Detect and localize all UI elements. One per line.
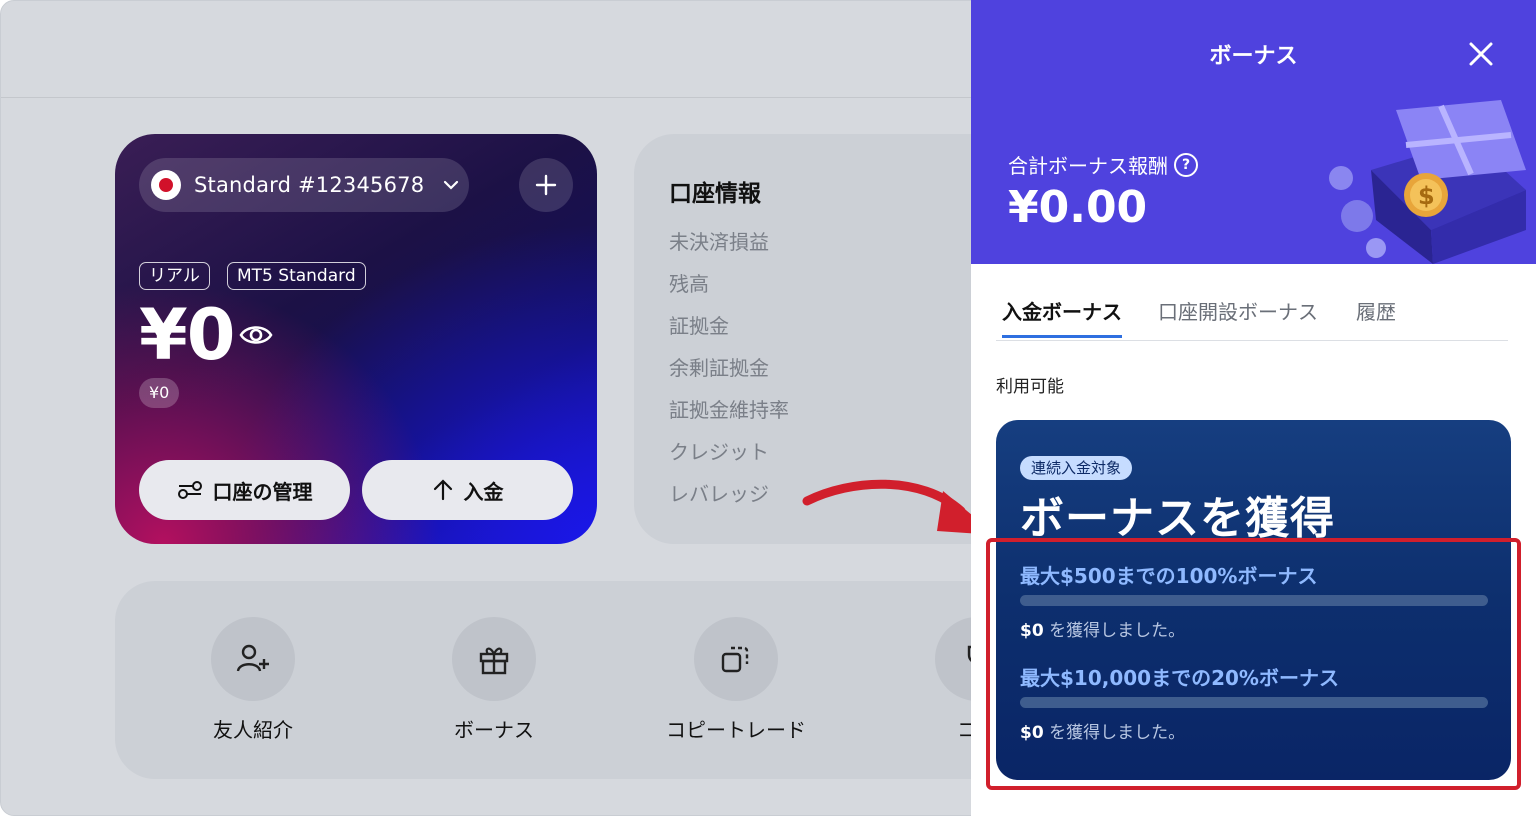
refer-friend-button[interactable] (211, 617, 295, 701)
quick-actions: 友人紹介 ボーナス コピートレード コン (115, 581, 1019, 779)
tab-history[interactable]: 履歴 (1356, 296, 1396, 335)
total-bonus-label-row: 合計ボーナス報酬 ? (1008, 150, 1198, 179)
sub-balance-badge: ¥0 (139, 378, 180, 408)
add-account-button[interactable] (519, 158, 573, 212)
bonus-shortcut-label: ボーナス (454, 718, 534, 742)
total-bonus-amount: ¥0.00 (1008, 182, 1148, 233)
gift-icon (479, 647, 509, 675)
deposit-label: 入金 (463, 479, 504, 504)
copy-icon (721, 646, 749, 673)
help-icon[interactable]: ? (1174, 152, 1198, 177)
highlight-box (986, 538, 1521, 790)
tab-deposit-bonus[interactable]: 入金ボーナス (1002, 296, 1122, 338)
close-icon[interactable] (1467, 40, 1495, 68)
info-item: 証拠金維持率 (669, 398, 789, 422)
info-item: 余剰証拠金 (669, 356, 769, 380)
eligibility-pill: 連続入金対象 (1020, 456, 1133, 480)
account-selector[interactable]: Standard #12345678 (139, 158, 469, 212)
info-item: レバレッジ (669, 482, 769, 506)
eye-icon[interactable] (239, 318, 273, 352)
info-item: 未決済損益 (669, 230, 769, 254)
svg-text:$: $ (1418, 182, 1435, 210)
info-item: 証拠金 (669, 314, 729, 338)
tab-account-opening-bonus[interactable]: 口座開設ボーナス (1158, 296, 1318, 335)
platform-tag: MT5 Standard (227, 262, 366, 290)
bonus-shortcut-button[interactable] (452, 617, 536, 701)
total-bonus-label: 合計ボーナス報酬 (1008, 154, 1168, 178)
bonus-tabs: 入金ボーナス 口座開設ボーナス 履歴 (996, 296, 1508, 341)
deposit-button[interactable]: 入金 (362, 460, 573, 520)
add-user-icon (236, 644, 269, 672)
chevron-down-icon (444, 180, 459, 190)
plus-icon (535, 174, 557, 196)
bonus-panel-header: ボーナス 合計ボーナス報酬 ? ¥0.00 $ (971, 0, 1536, 264)
account-name: Standard #12345678 (194, 173, 425, 197)
available-label: 利用可能 (996, 377, 1064, 397)
copy-trade-button[interactable] (694, 617, 778, 701)
info-item: クレジット (669, 440, 769, 464)
bonus-panel-title: ボーナス (1209, 44, 1298, 69)
settings-toggle-icon (177, 481, 202, 499)
treasure-chest-illustration: $ (1329, 100, 1526, 264)
copy-trade-label: コピートレード (666, 718, 806, 742)
arrow-up-icon (433, 479, 452, 501)
manage-account-button[interactable]: 口座の管理 (139, 460, 350, 520)
account-balance: ¥0 (139, 294, 235, 376)
account-type-tag: リアル (139, 262, 210, 290)
bonus-headline: ボーナスを獲得 (1020, 493, 1335, 544)
account-info-title: 口座情報 (669, 181, 761, 207)
japan-flag-icon (151, 170, 181, 200)
top-bar (1, 1, 973, 98)
manage-account-label: 口座の管理 (212, 479, 313, 504)
info-item: 残高 (669, 272, 709, 296)
refer-friend-label: 友人紹介 (213, 718, 293, 742)
account-card: Standard #12345678 リアル MT5 Standard ¥0 ¥… (115, 134, 597, 544)
